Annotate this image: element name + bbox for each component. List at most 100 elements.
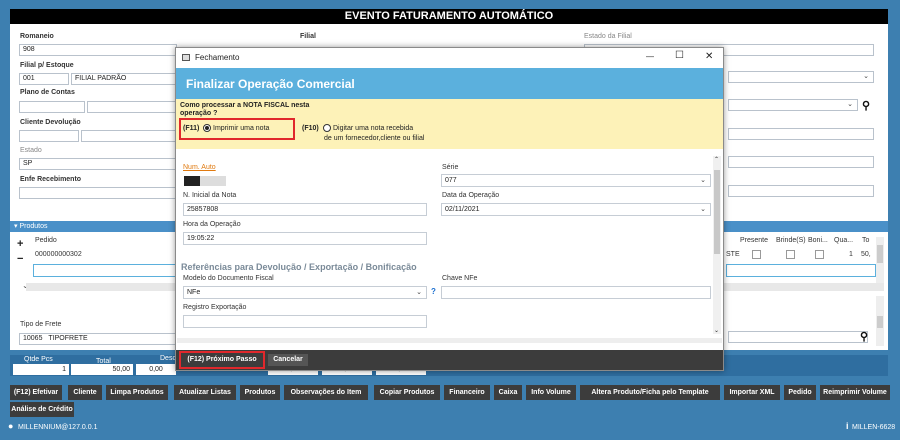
cliente-button[interactable]: Cliente xyxy=(68,385,102,400)
efetivar-button[interactable]: (F12) Efetivar xyxy=(10,385,62,400)
fechamento-dialog: Fechamento — ☐ ✕ Finalizar Operação Come… xyxy=(175,47,724,371)
dialog-header-title: Finalizar Operação Comercial xyxy=(186,77,355,91)
tipo-frete-name: TIPOFRETE xyxy=(48,335,88,342)
presente-checkbox[interactable] xyxy=(752,250,761,259)
opt2-label-2: de um fornecedor,cliente ou filial xyxy=(324,135,425,142)
data-operacao-field[interactable]: 02/11/2021 ⌄ xyxy=(441,203,711,216)
col-boni: Boni... xyxy=(808,237,828,244)
chave-label: Chave NFe xyxy=(442,275,478,282)
modelo-select[interactable]: NFe ⌄ xyxy=(183,286,427,299)
reimprimir-volume-button[interactable]: Reimprimir Volume xyxy=(820,385,890,400)
cliente-devolucao-code[interactable] xyxy=(19,130,79,142)
user-icon: ● xyxy=(8,421,14,431)
grid-scrollbar[interactable] xyxy=(876,237,884,283)
modelo-value: NFe xyxy=(187,289,201,296)
hora-operacao-label: Hora da Operação xyxy=(183,221,241,228)
chevron-down-icon: ⌄ xyxy=(700,206,706,213)
right-select-2[interactable]: ⌄ xyxy=(728,99,858,111)
cancel-button[interactable]: Cancelar xyxy=(268,354,308,366)
col-qua: Qua... xyxy=(834,237,854,244)
pedido-edit-field[interactable] xyxy=(33,264,178,277)
row-qty: 1 xyxy=(849,251,853,258)
n-inicial-field[interactable]: 25857808 xyxy=(183,203,427,216)
serie-label: Série xyxy=(442,164,459,171)
chevron-down-icon: ⌄ xyxy=(700,177,706,184)
search-icon[interactable]: ⚲ xyxy=(862,99,870,112)
plano-contas-label: Plano de Contas xyxy=(20,89,75,96)
maximize-icon[interactable]: ☐ xyxy=(675,50,684,61)
add-icon[interactable]: + xyxy=(17,238,23,250)
serie-select[interactable]: 077 ⌄ xyxy=(441,174,711,187)
observacoes-item-button[interactable]: Observações do Item xyxy=(284,385,368,400)
romaneio-label: Romaneio xyxy=(20,33,54,40)
filial-estoque-label: Filial p/ Estoque xyxy=(20,62,74,69)
brinde-checkbox[interactable] xyxy=(786,250,795,259)
grid-row-highlight xyxy=(726,264,876,277)
plano-contas-code[interactable] xyxy=(19,101,85,113)
produtos-button[interactable]: Produtos xyxy=(240,385,280,400)
qtde-label: Qtde Pcs xyxy=(24,356,53,363)
chevron-down-icon: ⌄ xyxy=(847,101,853,108)
pedido-button[interactable]: Pedido xyxy=(784,385,816,400)
financeiro-button[interactable]: Financeiro xyxy=(444,385,490,400)
opt1-label[interactable]: Imprimir uma nota xyxy=(213,125,269,132)
plano-contas-name[interactable] xyxy=(87,101,177,113)
right-field-4[interactable] xyxy=(728,156,874,168)
boni-checkbox[interactable] xyxy=(815,250,824,259)
filial-estoque-name[interactable]: FILIAL PADRÃO xyxy=(71,73,177,85)
info-volume-button[interactable]: Info Volume xyxy=(526,385,576,400)
num-auto-blur xyxy=(200,176,226,186)
opt1-radio[interactable] xyxy=(203,124,211,132)
serie-value: 077 xyxy=(445,177,457,184)
modelo-label: Modelo do Documento Fiscal xyxy=(183,275,274,282)
status-user: MILLENNIUM@127.0.0.1 xyxy=(18,424,98,431)
right-select-1[interactable]: ⌄ xyxy=(728,71,874,83)
opt2-key: (F10) xyxy=(302,125,319,132)
opt2-radio[interactable] xyxy=(323,124,331,132)
copiar-produtos-button[interactable]: Copiar Produtos xyxy=(374,385,440,400)
col-presente: Presente xyxy=(740,237,769,244)
end-recebimento-field[interactable] xyxy=(19,187,177,199)
row-total: 50, xyxy=(861,251,871,258)
pedido-label: Pedido xyxy=(35,237,57,244)
altera-produto-button[interactable]: Altera Produto/Ficha pelo Template xyxy=(580,385,720,400)
close-icon[interactable]: ✕ xyxy=(705,51,713,62)
estado-field[interactable]: SP xyxy=(19,158,177,170)
minimize-icon[interactable]: — xyxy=(646,52,654,61)
search-icon[interactable]: ⚲ xyxy=(860,330,868,343)
window-app-icon xyxy=(182,54,190,61)
dialog-hscroll[interactable] xyxy=(177,338,722,343)
analise-credito-button[interactable]: Análise de Crédito xyxy=(10,402,74,417)
registro-field[interactable] xyxy=(183,315,427,328)
help-icon[interactable]: ? xyxy=(431,287,436,296)
right-field-3[interactable] xyxy=(728,128,874,140)
caixa-button[interactable]: Caixa xyxy=(494,385,522,400)
cliente-devolucao-name[interactable] xyxy=(81,130,177,142)
chave-field[interactable] xyxy=(441,286,711,299)
remove-icon[interactable]: − xyxy=(17,253,23,265)
data-operacao-value: 02/11/2021 xyxy=(445,206,480,213)
caret-down-icon: ▾ xyxy=(14,223,18,230)
limpa-produtos-button[interactable]: Limpa Produtos xyxy=(106,385,168,400)
right-field-6[interactable] xyxy=(728,331,868,343)
next-step-button[interactable]: (F12) Próximo Passo xyxy=(182,354,262,366)
dialog-footer: (F12) Próximo Passo Cancelar xyxy=(176,350,723,370)
atualizar-listas-button[interactable]: Atualizar Listas xyxy=(174,385,236,400)
right-field-5[interactable] xyxy=(728,185,874,197)
importar-xml-button[interactable]: Importar XML xyxy=(724,385,780,400)
question-panel: Como processar a NOTA FISCAL nesta opera… xyxy=(176,99,723,149)
col-to: To xyxy=(862,237,870,244)
tipo-frete-field[interactable]: 10065 TIPOFRETE xyxy=(19,333,177,345)
right-scroll-panel[interactable] xyxy=(876,296,884,346)
opt2-label[interactable]: Digitar uma nota recebida xyxy=(333,125,413,132)
dialog-scrollbar[interactable]: ⌃ ⌄ xyxy=(713,156,721,334)
produtos-label: Produtos xyxy=(19,223,48,230)
romaneio-field[interactable]: 908 xyxy=(19,44,177,56)
info-icon: i xyxy=(846,421,849,431)
filial-estoque-code[interactable]: 001 xyxy=(19,73,69,85)
hora-operacao-field[interactable]: 19:05:22 xyxy=(183,232,427,245)
chevron-down-icon: ⌄ xyxy=(863,73,869,80)
row-prefix: STE xyxy=(726,251,740,258)
referencias-title: Referências para Devolução / Exportação … xyxy=(181,262,417,272)
cliente-devolucao-label: Cliente Devolução xyxy=(20,119,81,126)
